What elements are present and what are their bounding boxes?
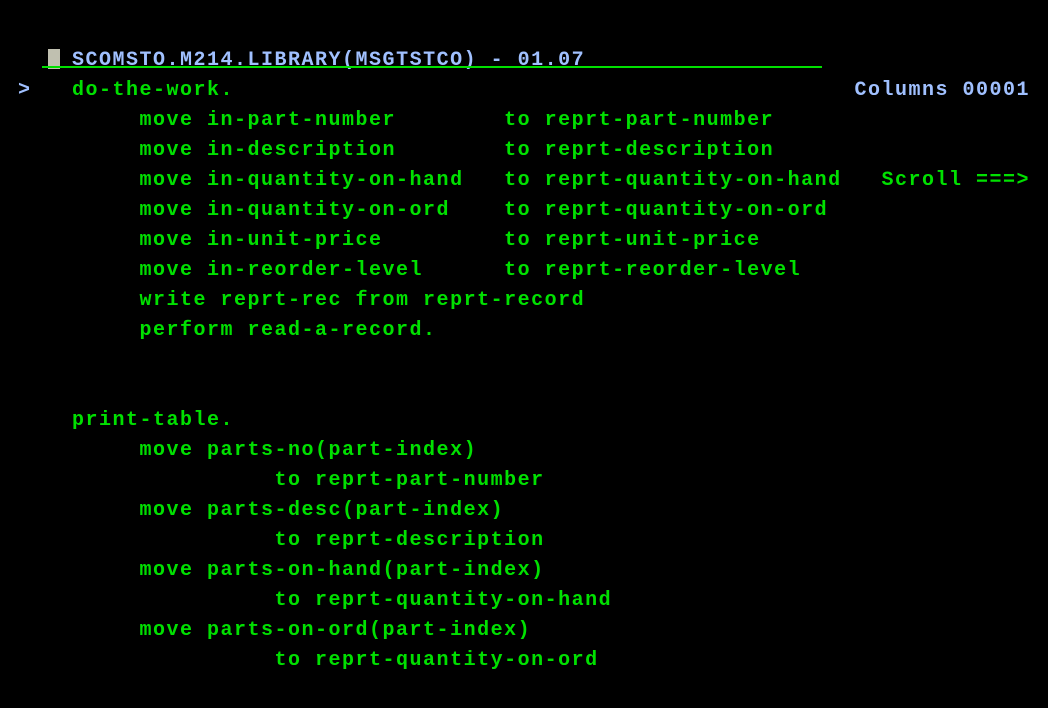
code-area: do-the-work. move in-part-number to repr… — [18, 76, 1030, 676]
code-line: move in-quantity-on-hand to reprt-quanti… — [18, 166, 1030, 196]
code-line: move in-part-number to reprt-part-number — [18, 106, 1030, 136]
code-line: move in-quantity-on-ord to reprt-quantit… — [18, 196, 1030, 226]
code-line: write reprt-rec from reprt-record — [18, 286, 1030, 316]
code-line — [18, 346, 1030, 376]
prompt-char: > — [18, 76, 32, 106]
code-line: perform read-a-record. — [18, 316, 1030, 346]
terminal: SCOMSTO.M214.LIBRARY(MSGTSTCO) - 01.07 C… — [18, 16, 1030, 692]
code-line: move parts-no(part-index) — [18, 436, 1030, 466]
code-line: to reprt-quantity-on-hand — [18, 586, 1030, 616]
code-line: move in-description to reprt-description — [18, 136, 1030, 166]
code-line: move in-unit-price to reprt-unit-price — [18, 226, 1030, 256]
columns-indicator: Columns 00001 — [854, 76, 1030, 106]
code-line: to reprt-description — [18, 526, 1030, 556]
code-line: to reprt-quantity-on-ord — [18, 646, 1030, 676]
code-line — [18, 376, 1030, 406]
scroll-label: Scroll ===> — [881, 166, 1030, 196]
code-line: print-table. — [18, 406, 1030, 436]
code-line: move parts-on-hand(part-index) — [18, 556, 1030, 586]
code-line: move parts-on-ord(part-index) — [18, 616, 1030, 646]
code-line: to reprt-part-number — [18, 466, 1030, 496]
header-line: SCOMSTO.M214.LIBRARY(MSGTSTCO) - 01.07 C… — [18, 16, 1030, 46]
code-line: move in-reorder-level to reprt-reorder-l… — [18, 256, 1030, 286]
command-line[interactable]: > Scroll ===> — [18, 46, 1030, 76]
command-underline — [42, 66, 822, 68]
code-line: move parts-desc(part-index) — [18, 496, 1030, 526]
